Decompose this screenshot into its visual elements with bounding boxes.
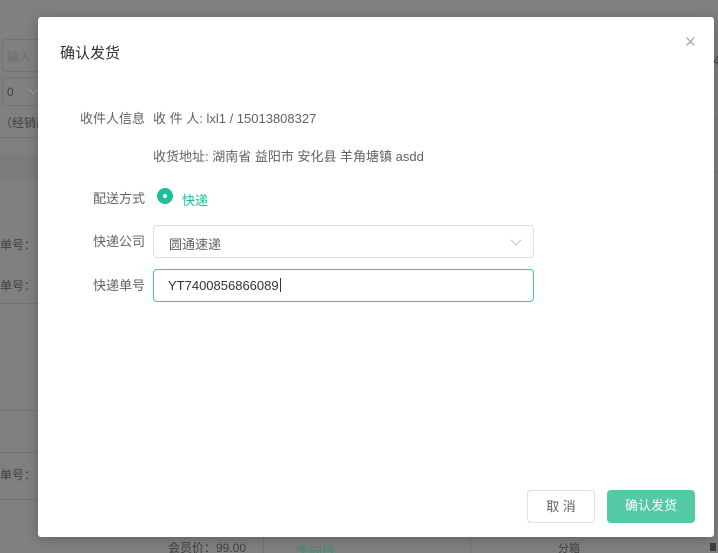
tracking-number-label: 快递单号 [55,277,145,294]
bg-person-name: 李向玲 [296,545,335,553]
cancel-button[interactable]: 取 消 [527,490,595,523]
bg-column-divider [470,537,471,553]
recipient-name-value: 收 件 人: lxl1 / 15013808327 [153,110,316,127]
bg-input-placeholder: 输入 [7,50,31,64]
chevron-down-icon [510,234,521,245]
confirm-shipment-dialog: 确认发货 × 收件人信息 收 件 人: lxl1 / 15013808327 收… [38,17,714,537]
close-icon[interactable]: × [685,33,696,52]
text-cursor [280,278,281,292]
bg-member-price: 会员价：99.00 [168,541,246,553]
recipient-address-value: 收货地址: 湖南省 益阳市 安化县 羊角塘镇 asdd [153,148,424,165]
bg-order-number-label-3: 单号： [0,468,36,482]
confirm-shipment-button[interactable]: 确认发货 [607,490,695,523]
bg-scroll-fragment [710,543,716,551]
bg-order-number-label-2: 单号： [0,279,36,293]
tracking-number-input[interactable]: YT7400856866089 [153,269,534,302]
delivery-method-label: 配送方式 [55,190,145,207]
radio-dot-icon [163,194,167,198]
express-radio-button[interactable] [157,188,173,204]
recipient-info-label: 收件人信息 [55,110,145,127]
express-company-select[interactable]: 圆通速递 [153,225,534,258]
dialog-title: 确认发货 [60,42,120,63]
bg-zero-value: 0 [7,85,14,99]
bg-column-divider [263,537,264,553]
bg-order-number-label-1: 单号： [0,238,36,252]
bg-chevron-down-icon [29,85,39,95]
express-company-label: 快递公司 [55,233,145,250]
express-company-value: 圆通速递 [169,234,221,253]
tracking-number-value: YT7400856866089 [168,278,281,293]
bg-text-fragment: 分箱 [558,542,580,553]
screen: 输入 0 （经销商 单号： 单号： 单号： 4 会员价：99.00 李向玲 分箱… [0,0,718,553]
express-radio-label[interactable]: 快递 [182,190,208,209]
